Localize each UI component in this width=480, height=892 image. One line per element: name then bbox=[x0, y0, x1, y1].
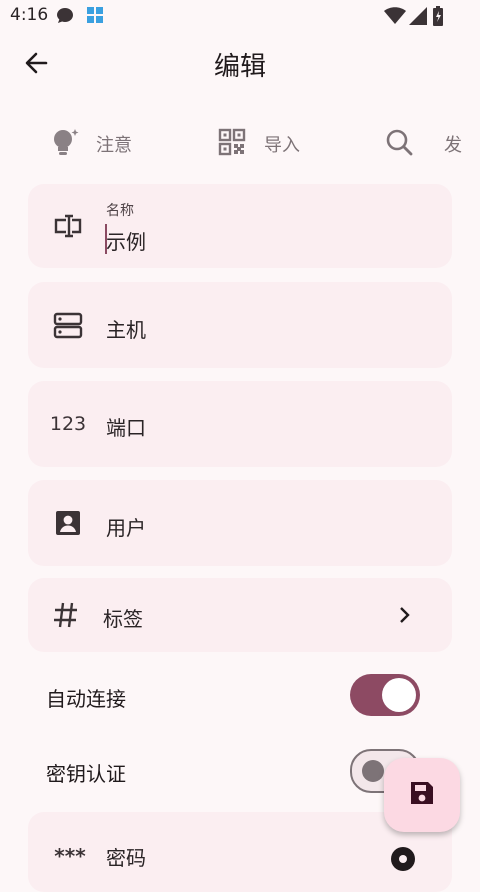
chip-notice-label: 注意 bbox=[96, 135, 132, 156]
password-asterisk-icon: *** bbox=[54, 844, 86, 868]
message-icon bbox=[55, 6, 75, 30]
name-field[interactable]: 名称 示例 bbox=[28, 184, 452, 268]
wifi-icon bbox=[384, 7, 406, 29]
host-field[interactable]: 主机 bbox=[28, 282, 452, 368]
chip-discover[interactable]: 发 bbox=[384, 118, 462, 170]
key-auth-label: 密钥认证 bbox=[46, 762, 126, 786]
switch-knob bbox=[382, 678, 416, 712]
chevron-right-icon bbox=[394, 604, 414, 630]
auto-connect-label: 自动连接 bbox=[46, 687, 126, 711]
suggestion-chips-row: 注意 导入 发 bbox=[0, 118, 480, 172]
save-icon bbox=[408, 779, 436, 811]
lightbulb-icon bbox=[48, 125, 82, 163]
name-field-label: 名称 bbox=[106, 203, 134, 219]
auto-connect-switch[interactable] bbox=[350, 674, 420, 716]
app-bar: 编辑 bbox=[0, 32, 480, 94]
server-icon bbox=[50, 307, 86, 343]
cellular-signal-icon bbox=[409, 7, 427, 29]
save-fab[interactable] bbox=[384, 758, 460, 832]
tags-row[interactable]: 标签 bbox=[28, 578, 452, 652]
qr-code-icon bbox=[218, 128, 246, 160]
page-title: 编辑 bbox=[213, 52, 266, 82]
app-notification-icon bbox=[86, 6, 104, 28]
port-number-icon: 123 bbox=[49, 413, 87, 435]
status-time: 4:16 bbox=[10, 5, 49, 25]
port-field[interactable]: 123 端口 bbox=[28, 381, 452, 467]
switch-knob bbox=[362, 760, 384, 782]
visibility-icon[interactable] bbox=[388, 844, 418, 878]
port-field-placeholder: 端口 bbox=[106, 416, 146, 440]
chip-import-label: 导入 bbox=[264, 135, 300, 156]
user-field[interactable]: 用户 bbox=[28, 480, 452, 566]
host-field-placeholder: 主机 bbox=[106, 318, 146, 342]
user-field-placeholder: 用户 bbox=[106, 516, 146, 540]
search-icon bbox=[384, 127, 414, 161]
battery-icon bbox=[433, 6, 443, 30]
label-icon bbox=[50, 208, 86, 244]
status-bar: 4:16 bbox=[0, 0, 480, 32]
chip-import[interactable]: 导入 bbox=[218, 118, 300, 170]
chip-discover-label: 发 bbox=[444, 135, 462, 156]
tags-label: 标签 bbox=[103, 607, 143, 631]
name-field-value: 示例 bbox=[106, 230, 146, 254]
account-box-icon bbox=[50, 505, 86, 541]
password-field-placeholder: 密码 bbox=[106, 846, 146, 870]
tag-hash-icon bbox=[48, 597, 84, 633]
chip-notice[interactable]: 注意 bbox=[48, 118, 132, 170]
